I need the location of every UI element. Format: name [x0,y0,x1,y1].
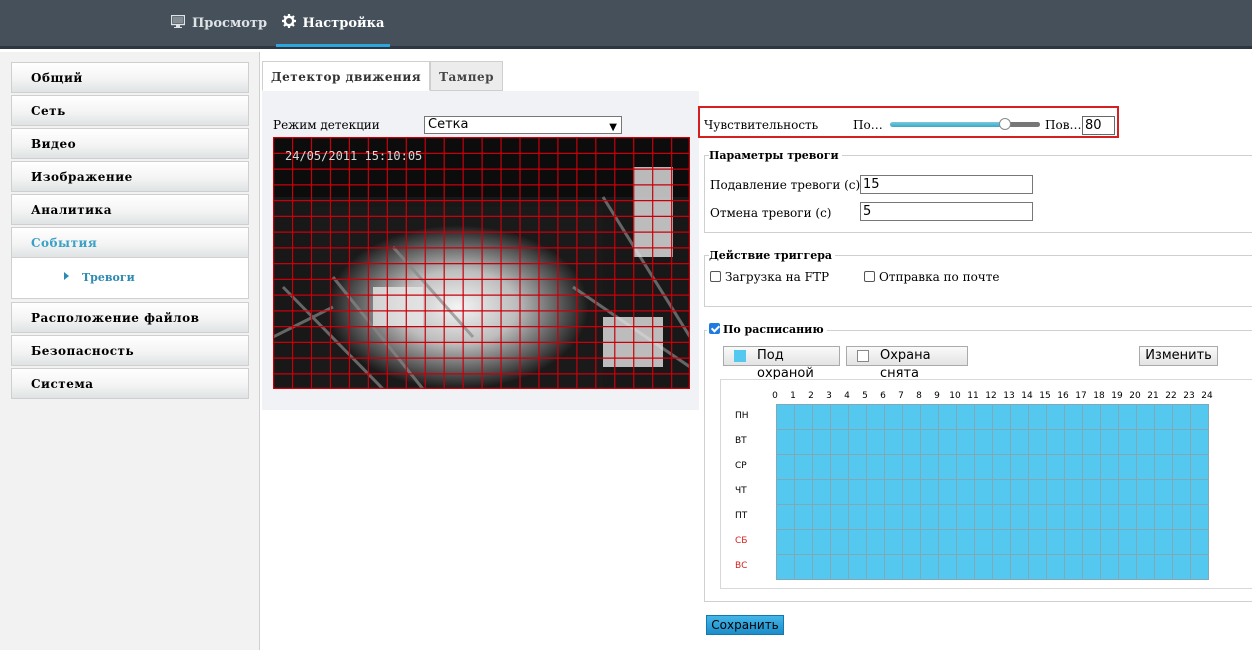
schedule-hour-label: 16 [1057,391,1069,401]
schedule-legend-wrap: По расписанию [707,323,827,336]
disarmed-label: Охрана снята [880,348,931,381]
schedule-hour-label: 5 [862,391,868,401]
schedule-legend: По расписанию [723,323,824,336]
schedule-grid[interactable] [776,404,1209,580]
sidebar-item-storage[interactable]: Расположение файлов [11,302,249,333]
sensitivity-low-label: По… [853,118,883,132]
schedule-hour-label: 10 [949,391,961,401]
schedule-hour-label: 7 [898,391,904,401]
alarm-cancel-label: Отмена тревоги (с) [710,206,832,220]
schedule-hour-label: 12 [985,391,997,401]
camera-image [273,137,690,389]
disarmed-swatch [857,350,869,362]
ftp-checkbox[interactable] [710,271,721,282]
disarmed-button[interactable]: Охрана снята [846,346,968,381]
slider-rest [1006,122,1040,127]
camera-preview[interactable]: 24/05/2011 15:10:05 [273,137,690,389]
mail-checkbox[interactable] [864,271,875,282]
tab-tamper[interactable]: Тампер [430,61,504,91]
tab-motion-detector[interactable]: Детектор движения [262,61,431,91]
schedule-hour-label: 9 [934,391,940,401]
schedule-hour-label: 23 [1183,391,1195,401]
sidebar-item-video[interactable]: Видео [11,128,249,159]
sidebar-item-events[interactable]: События [11,227,249,258]
sensitivity-slider[interactable] [890,122,1040,127]
gear-icon [281,14,296,32]
schedule-hour-label: 24 [1201,391,1213,401]
trigger-legend: Действие триггера [709,249,836,262]
edit-button[interactable]: Изменить [1139,346,1218,366]
alarm-suppress-label: Подавление тревоги (с) [710,178,861,192]
sensitivity-slider-handle[interactable] [999,118,1011,130]
schedule-day-label: ВС [735,561,748,571]
sensitivity-label: Чувствительность [704,118,819,132]
tab-bar: Детектор движения Тампер [262,61,504,91]
sidebar-item-system[interactable]: Система [11,368,249,399]
schedule-hour-label: 14 [1021,391,1033,401]
armed-label: Под охраной [757,348,814,381]
detection-mode-select[interactable]: Сетка ▼ [424,116,622,134]
schedule-day-label: ПН [735,411,749,421]
detection-mode-value: Сетка [428,117,469,132]
schedule-hour-label: 2 [808,391,814,401]
sensitivity-high-label: Пов… [1045,118,1082,132]
sidebar-item-general[interactable]: Общий [11,62,249,93]
mail-label: Отправка по почте [879,270,1000,284]
camera-timestamp: 24/05/2011 15:10:05 [285,149,423,163]
schedule-day-label: СР [735,461,747,471]
schedule-hour-label: 0 [772,391,778,401]
schedule-grid-lines [776,404,1209,580]
sidebar-subitem-label: Тревоги [82,271,135,284]
armed-swatch [734,350,746,362]
schedule-day-label: ПТ [735,511,748,521]
save-button[interactable]: Сохранить [706,615,784,635]
sidebar-item-network[interactable]: Сеть [11,95,249,126]
nav-settings[interactable]: Настройка [276,0,390,47]
ftp-label: Загрузка на FTP [725,270,830,284]
alarm-suppress-input[interactable]: 15 [860,175,1033,194]
alarm-params-group [704,155,1252,233]
schedule-hour-label: 19 [1111,391,1123,401]
schedule-day-label: СБ [735,536,748,546]
schedule-hour-label: 21 [1147,391,1159,401]
nav-preview[interactable]: Просмотр [170,0,268,46]
sidebar-item-image[interactable]: Изображение [11,161,249,192]
schedule-hour-label: 11 [967,391,979,401]
schedule-hour-label: 1 [790,391,796,401]
sensitivity-input[interactable]: 80 [1082,116,1115,135]
schedule-checkbox[interactable] [709,323,720,334]
alarm-params-legend: Параметры тревоги [709,149,842,162]
schedule-day-label: ЧТ [735,486,747,496]
armed-button[interactable]: Под охраной [723,346,840,381]
schedule-hour-label: 8 [916,391,922,401]
schedule-hour-label: 15 [1039,391,1051,401]
sidebar: Общий Сеть Видео Изображение Аналитика С… [0,52,260,650]
schedule-hour-label: 4 [844,391,850,401]
alarm-cancel-input[interactable]: 5 [860,202,1033,221]
schedule-hour-label: 13 [1003,391,1015,401]
schedule-hour-label: 3 [826,391,832,401]
schedule-hour-label: 18 [1093,391,1105,401]
schedule-hour-label: 6 [880,391,886,401]
top-bar: Просмотр Настройка [0,0,1252,49]
chevron-down-icon: ▼ [609,122,617,133]
sidebar-subitem-alarms[interactable]: Тревоги [11,257,249,299]
nav-preview-label: Просмотр [192,15,268,31]
nav-settings-label: Настройка [302,15,385,31]
sidebar-item-analytics[interactable]: Аналитика [11,194,249,225]
triangle-right-icon [64,272,69,280]
schedule-day-label: ВТ [735,436,747,446]
sidebar-item-security[interactable]: Безопасность [11,335,249,366]
monitor-icon [170,14,186,32]
schedule-hour-label: 22 [1165,391,1177,401]
schedule-hour-label: 17 [1075,391,1087,401]
schedule-hour-label: 20 [1129,391,1141,401]
detection-mode-label: Режим детекции [273,118,380,132]
